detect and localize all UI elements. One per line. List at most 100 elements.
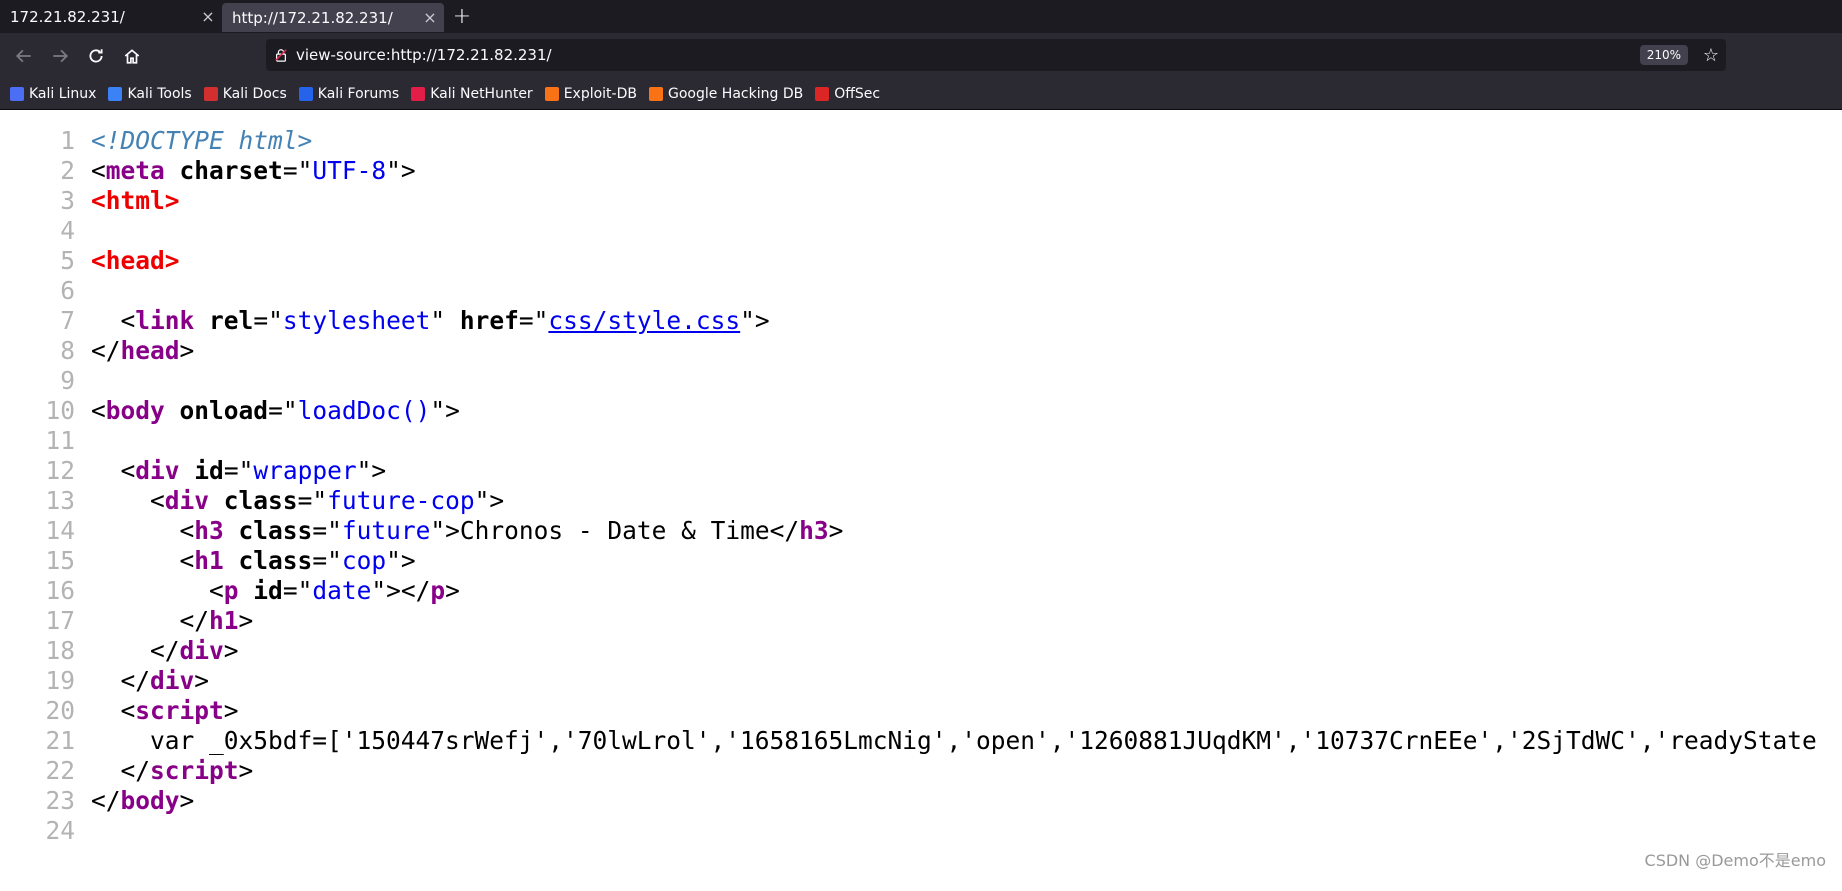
- attr-value: wrapper: [253, 456, 357, 485]
- bookmark-kali-nethunter[interactable]: Kali NetHunter: [411, 85, 533, 102]
- h3-text: Chronos - Date & Time: [459, 516, 770, 545]
- bookmark-google-hacking-db[interactable]: Google Hacking DB: [648, 85, 804, 102]
- tag-name: div: [179, 636, 224, 665]
- source-line: 14 <h3 class="future">Chronos - Date & T…: [0, 516, 1842, 546]
- source-line: 2 <meta charset="UTF-8">: [0, 156, 1842, 186]
- line-number: 1: [60, 126, 75, 155]
- kali-docs-icon: [203, 86, 218, 101]
- line-number: 24: [45, 816, 75, 845]
- bookmark-label: Kali Docs: [222, 85, 287, 102]
- bookmark-label: Exploit-DB: [563, 85, 637, 102]
- bookmark-exploit-db[interactable]: Exploit-DB: [544, 85, 637, 102]
- line-number: 14: [45, 516, 75, 545]
- tab-2-active[interactable]: http://172.21.82.231/ ×: [222, 3, 444, 32]
- bookmark-label: Kali Tools: [127, 85, 192, 102]
- bookmark-kali-linux[interactable]: Kali Linux: [10, 86, 96, 102]
- source-line: 13 <div class="future-cop">: [0, 486, 1842, 516]
- attr-value: stylesheet: [282, 306, 431, 335]
- line-number: 9: [60, 366, 75, 395]
- tab-1[interactable]: 172.21.82.231/ ×: [0, 0, 222, 33]
- line-number: 23: [45, 786, 75, 815]
- source-line: 11: [0, 426, 1842, 456]
- attr-name: href: [459, 306, 519, 335]
- forward-icon[interactable]: [42, 38, 78, 74]
- attr-value: UTF-8: [312, 156, 387, 185]
- tag-name: h3: [194, 516, 224, 545]
- line-number: 15: [45, 546, 75, 575]
- tab-title: 172.21.82.231/: [10, 7, 125, 26]
- source-line: 8 </head>: [0, 336, 1842, 366]
- source-line: 15 <h1 class="cop">: [0, 546, 1842, 576]
- attr-name: class: [238, 546, 313, 575]
- line-number: 6: [60, 276, 75, 305]
- line-number: 19: [45, 666, 75, 695]
- attr-name: rel: [209, 306, 254, 335]
- source-line: 17 </h1>: [0, 606, 1842, 636]
- bookmarks-toolbar: Kali Linux Kali Tools Kali Docs Kali For…: [0, 78, 1842, 110]
- source-line: 21 var _0x5bdf=['150447srWefj','70lwLrol…: [0, 726, 1842, 756]
- tag-name: head: [120, 336, 180, 365]
- reload-icon[interactable]: [78, 38, 114, 74]
- source-line: 18 </div>: [0, 636, 1842, 666]
- tag-name: p: [430, 576, 446, 605]
- line-number: 12: [45, 456, 75, 485]
- new-tab-button[interactable]: +: [444, 0, 480, 33]
- source-line: 12 <div id="wrapper">: [0, 456, 1842, 486]
- line-number: 5: [60, 246, 75, 275]
- navigation-bar: view-source:http://172.21.82.231/ 210% ☆: [0, 33, 1842, 78]
- kali-tools-icon: [108, 86, 123, 101]
- attr-name: class: [238, 516, 313, 545]
- tag-name: head: [105, 246, 165, 275]
- line-number: 3: [60, 186, 75, 215]
- source-line: 9: [0, 366, 1842, 396]
- source-line: 24: [0, 816, 1842, 846]
- kali-dragon-icon: [10, 86, 24, 101]
- source-line: 20 <script>: [0, 696, 1842, 726]
- url-bar[interactable]: view-source:http://172.21.82.231/ 210% ☆: [266, 39, 1726, 71]
- tag-name: h3: [799, 516, 829, 545]
- line-number: 13: [45, 486, 75, 515]
- source-line: 3 <html>: [0, 186, 1842, 216]
- tag-name: link: [135, 306, 195, 335]
- tab-bar: 172.21.82.231/ × http://172.21.82.231/ ×…: [0, 0, 1842, 33]
- line-number: 18: [45, 636, 75, 665]
- bookmark-kali-docs[interactable]: Kali Docs: [203, 85, 287, 102]
- tag-name: script: [150, 756, 239, 785]
- bookmark-label: OffSec: [834, 85, 881, 102]
- tag-name: meta: [105, 156, 165, 185]
- tab-close-icon[interactable]: ×: [194, 7, 222, 26]
- line-number: 20: [45, 696, 75, 725]
- source-line: 7 <link rel="stylesheet" href="css/style…: [0, 306, 1842, 336]
- attr-value: date: [312, 576, 372, 605]
- tag-name: body: [105, 396, 165, 425]
- connection-lock-icon[interactable]: [266, 48, 296, 62]
- tag-name: h1: [209, 606, 239, 635]
- bookmark-star-icon[interactable]: ☆: [1696, 45, 1726, 66]
- bookmark-label: Kali Forums: [317, 85, 400, 102]
- back-icon[interactable]: [6, 38, 42, 74]
- doctype: <!DOCTYPE html>: [91, 126, 313, 155]
- offsec-icon: [815, 86, 830, 101]
- line-number: 16: [45, 576, 75, 605]
- source-line: 19 </div>: [0, 666, 1842, 696]
- zoom-level-badge[interactable]: 210%: [1639, 45, 1688, 65]
- attr-name: id: [194, 456, 224, 485]
- bookmark-label: Google Hacking DB: [667, 85, 804, 102]
- home-icon[interactable]: [114, 38, 150, 74]
- source-line: 10 <body onload="loadDoc()">: [0, 396, 1842, 426]
- url-text[interactable]: view-source:http://172.21.82.231/: [296, 46, 1640, 64]
- line-number: 22: [45, 756, 75, 785]
- bookmark-kali-forums[interactable]: Kali Forums: [298, 85, 400, 102]
- source-line: 23 </body>: [0, 786, 1842, 816]
- stylesheet-link[interactable]: css/style.css: [548, 306, 740, 335]
- bookmark-kali-tools[interactable]: Kali Tools: [108, 85, 192, 102]
- exploit-db-icon: [544, 86, 559, 101]
- csdn-watermark: CSDN @Demo不是emo: [1644, 851, 1826, 870]
- source-line: 5 <head>: [0, 246, 1842, 276]
- bookmark-label: Kali NetHunter: [430, 85, 533, 102]
- bookmark-offsec[interactable]: OffSec: [815, 86, 880, 102]
- tab-close-icon[interactable]: ×: [416, 8, 444, 27]
- line-number: 2: [60, 156, 75, 185]
- source-line: 6: [0, 276, 1842, 306]
- attr-name: charset: [179, 156, 283, 185]
